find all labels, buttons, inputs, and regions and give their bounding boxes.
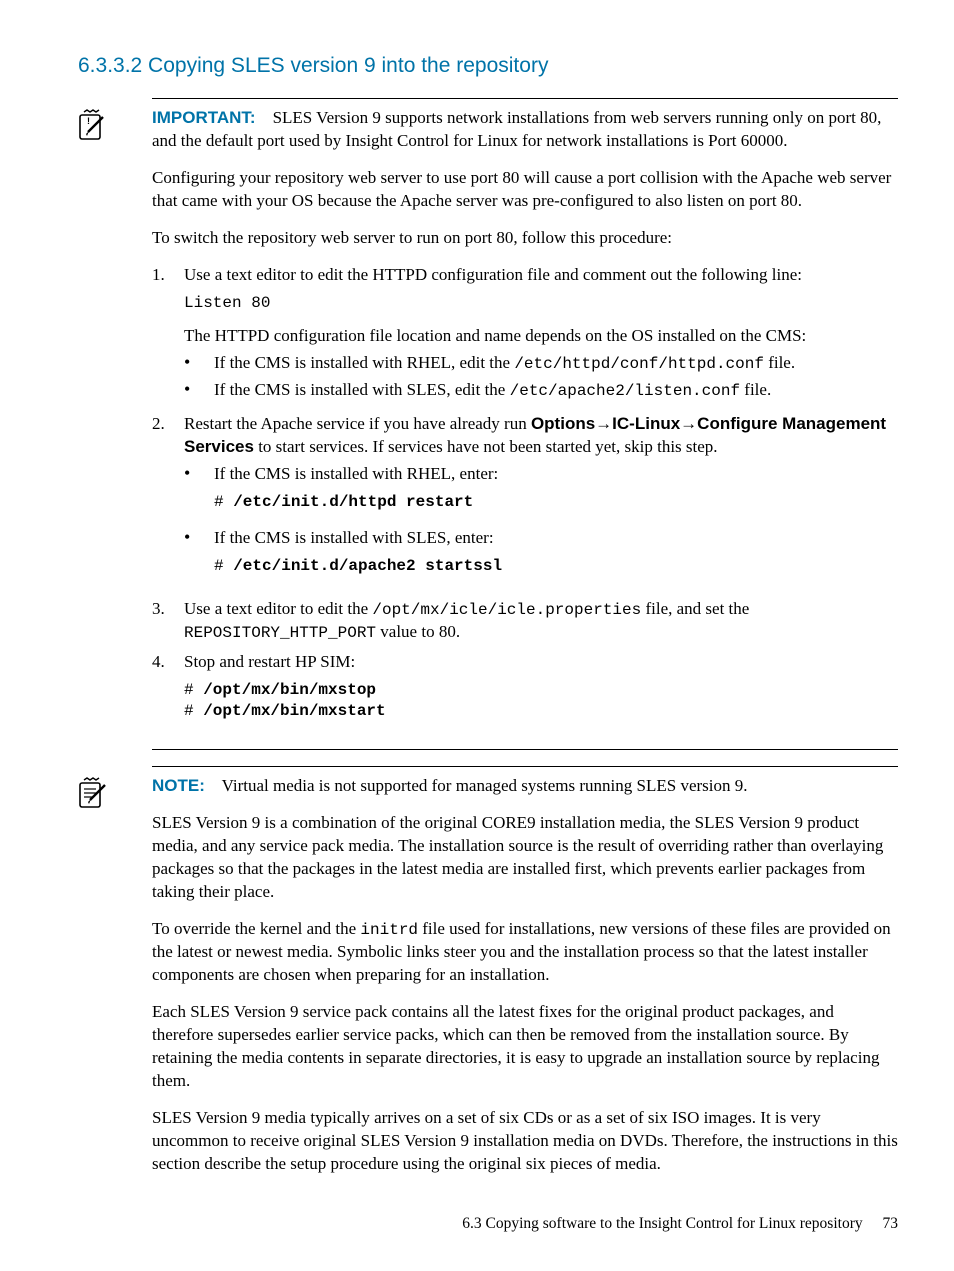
important-block: ! IMPORTANT: SLES Version 9 supports net… <box>78 105 898 745</box>
footer-text: 6.3 Copying software to the Insight Cont… <box>462 1215 862 1232</box>
page-footer: 6.3 Copying software to the Insight Cont… <box>462 1214 898 1235</box>
b-text: If the CMS is installed with SLES, enter… <box>214 527 898 550</box>
note-text: Virtual media is not supported for manag… <box>222 776 748 795</box>
important-p1-text: SLES Version 9 supports network installa… <box>152 108 881 150</box>
step-1-code: Listen 80 <box>184 293 898 315</box>
important-p1: IMPORTANT: SLES Version 9 supports netwo… <box>152 107 898 153</box>
page-number: 73 <box>883 1215 899 1232</box>
bullet: • If the CMS is installed with SLES, edi… <box>184 379 898 403</box>
ui-path: Options <box>531 414 595 433</box>
code: # /opt/mx/bin/mxstart <box>184 701 898 723</box>
note-p3: Each SLES Version 9 service pack contain… <box>152 1001 898 1093</box>
important-icon: ! <box>78 105 152 141</box>
code: /opt/mx/icle/icle.properties <box>372 601 641 619</box>
step-num: 1. <box>152 264 184 407</box>
note-label: NOTE: <box>152 776 205 795</box>
note-p2: To override the kernel and the initrd fi… <box>152 918 898 987</box>
h: # <box>184 681 203 699</box>
step-3: 3. Use a text editor to edit the /opt/mx… <box>152 598 898 645</box>
cmd: /opt/mx/bin/mxstart <box>203 702 385 720</box>
procedure-list: 1. Use a text editor to edit the HTTPD c… <box>152 264 898 733</box>
note-p4: SLES Version 9 media typically arrives o… <box>152 1107 898 1176</box>
t: To override the kernel and the <box>152 919 360 938</box>
svg-text:!: ! <box>87 116 90 126</box>
document-page: 6.3.3.2 Copying SLES version 9 into the … <box>0 0 954 1271</box>
step-4-text: Stop and restart HP SIM: <box>184 651 898 674</box>
step-num: 4. <box>152 651 184 733</box>
rule <box>152 98 898 99</box>
important-label: IMPORTANT: <box>152 108 256 127</box>
cmd: /opt/mx/bin/mxstop <box>203 681 376 699</box>
step-num: 3. <box>152 598 184 645</box>
t: to start services. If services have not … <box>254 437 718 456</box>
bullet: • If the CMS is installed with RHEL, edi… <box>184 352 898 376</box>
step-4: 4. Stop and restart HP SIM: # /opt/mx/bi… <box>152 651 898 733</box>
step-2: 2. Restart the Apache service if you hav… <box>152 413 898 592</box>
ui-path: IC-Linux <box>612 414 680 433</box>
note-block: NOTE: Virtual media is not supported for… <box>78 773 898 1190</box>
b-text: If the CMS is installed with SLES, edit … <box>214 380 510 399</box>
rule <box>152 749 898 750</box>
t: value to 80. <box>376 622 460 641</box>
section-heading: 6.3.3.2 Copying SLES version 9 into the … <box>78 52 898 80</box>
step-num: 2. <box>152 413 184 592</box>
h: # <box>184 702 203 720</box>
cmd: /etc/init.d/httpd restart <box>233 493 473 511</box>
bullet: • If the CMS is installed with RHEL, ent… <box>184 463 898 524</box>
note-p1: SLES Version 9 is a combination of the o… <box>152 812 898 904</box>
b-text: file. <box>740 380 771 399</box>
b-text: file. <box>764 353 795 372</box>
code: /etc/apache2/listen.conf <box>510 382 740 400</box>
b-text: If the CMS is installed with RHEL, edit … <box>214 353 514 372</box>
note-icon <box>78 773 152 809</box>
code: REPOSITORY_HTTP_PORT <box>184 624 376 642</box>
bullet: • If the CMS is installed with SLES, ent… <box>184 527 898 588</box>
step-2-text: Restart the Apache service if you have a… <box>184 413 898 459</box>
h: # <box>214 493 233 511</box>
step-1-bullets: • If the CMS is installed with RHEL, edi… <box>184 352 898 403</box>
b-text: If the CMS is installed with RHEL, enter… <box>214 463 898 486</box>
step-2-bullets: • If the CMS is installed with RHEL, ent… <box>184 463 898 588</box>
step-1-after: The HTTPD configuration file location an… <box>184 325 898 348</box>
code: # /opt/mx/bin/mxstop <box>184 680 898 702</box>
t: Use a text editor to edit the <box>184 599 372 618</box>
t: file, and set the <box>641 599 749 618</box>
t: Restart the Apache service if you have a… <box>184 414 531 433</box>
important-callout <box>152 98 898 99</box>
code: # /etc/init.d/apache2 startssl <box>214 556 898 578</box>
important-p2: Configuring your repository web server t… <box>152 167 898 213</box>
h: # <box>214 557 233 575</box>
cmd: /etc/init.d/apache2 startssl <box>233 557 502 575</box>
note-line: NOTE: Virtual media is not supported for… <box>152 775 898 798</box>
code: /etc/httpd/conf/httpd.conf <box>514 355 764 373</box>
step-1: 1. Use a text editor to edit the HTTPD c… <box>152 264 898 407</box>
important-p3: To switch the repository web server to r… <box>152 227 898 250</box>
code: # /etc/init.d/httpd restart <box>214 492 898 514</box>
step-1-text: Use a text editor to edit the HTTPD conf… <box>184 264 898 287</box>
rule <box>152 766 898 767</box>
code: initrd <box>360 921 418 939</box>
